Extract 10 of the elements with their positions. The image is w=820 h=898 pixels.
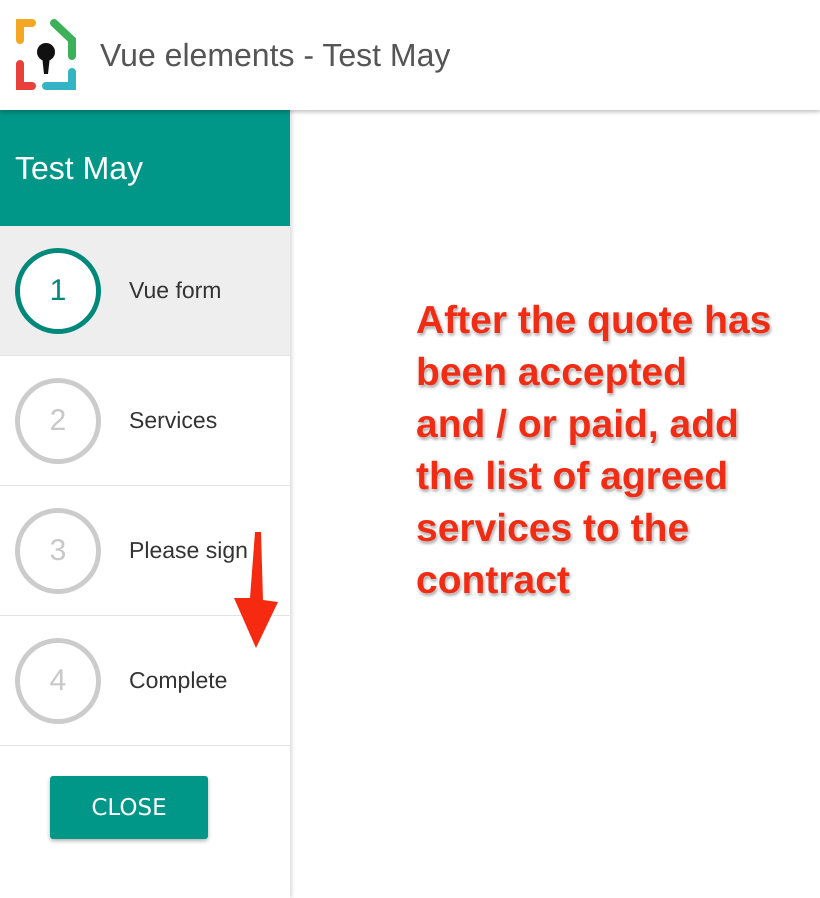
sidebar-title: Test May bbox=[15, 150, 144, 186]
app-title: Vue elements - Test May bbox=[100, 36, 450, 74]
close-button[interactable]: CLOSE bbox=[50, 776, 208, 839]
step-label: Services bbox=[129, 407, 218, 434]
step-label: Complete bbox=[129, 667, 228, 694]
step-number: 1 bbox=[15, 248, 101, 334]
annotation-text: After the quote has been accepted and / or paid, add the list of agreed services to the contract bbox=[416, 298, 772, 604]
step-label: Please sign bbox=[129, 537, 248, 564]
step-item[interactable]: 1 Vue form bbox=[0, 226, 290, 356]
step-label: Vue form bbox=[129, 277, 222, 304]
